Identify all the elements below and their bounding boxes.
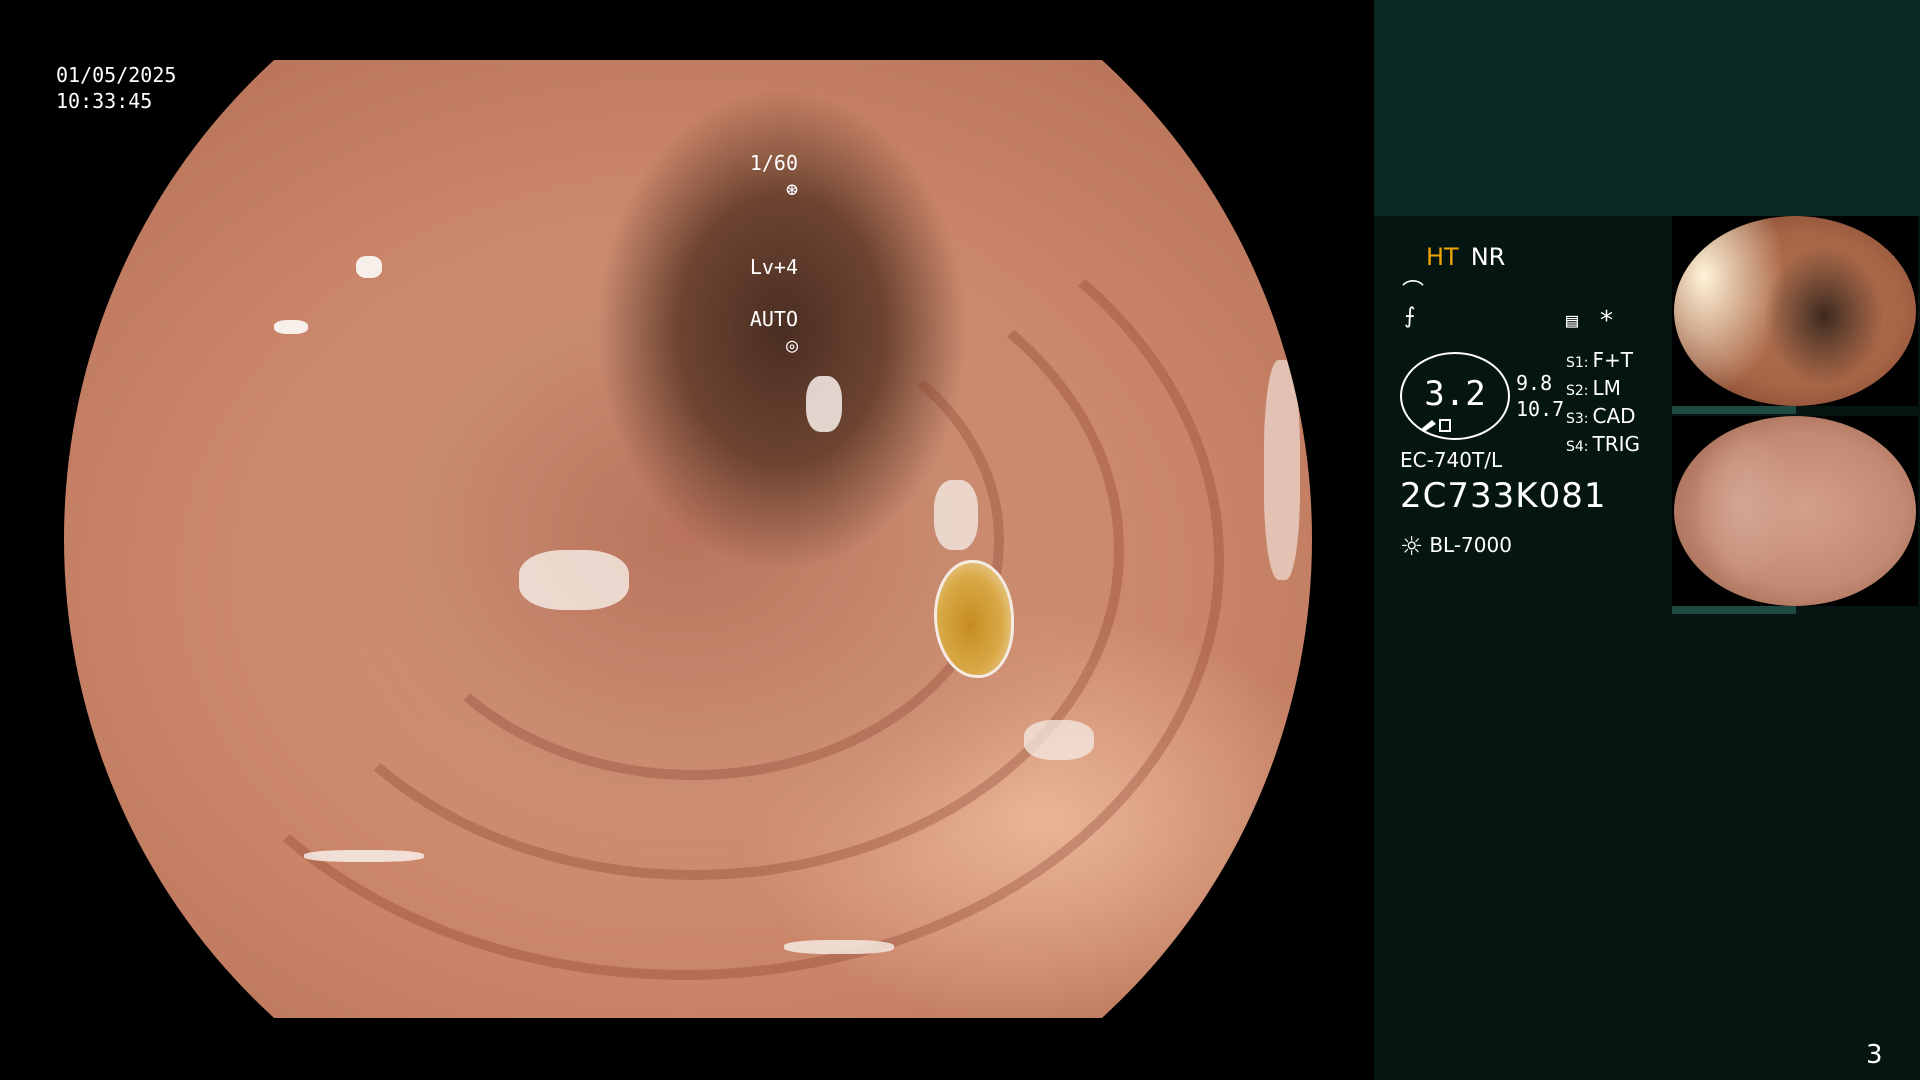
- thumbnail-image: [1674, 216, 1916, 406]
- light-source-icon: ☼: [1400, 532, 1424, 562]
- thumbnail-indicator: [1672, 406, 1796, 414]
- asterisk-icon: *: [1600, 306, 1613, 336]
- mucosal-fold: [384, 300, 1004, 780]
- aperture-icon: ⊛: [773, 177, 798, 201]
- image-mode-row: HT NR: [1426, 243, 1505, 271]
- zoom-gauge: 3.2: [1400, 352, 1510, 440]
- setting-value: LM: [1592, 376, 1621, 400]
- setting-key: S1:: [1566, 355, 1589, 371]
- date-time-display: 01/05/2025 10:33:45: [56, 62, 176, 114]
- thumbnail-image: [1674, 416, 1916, 606]
- setting-value: TRIG: [1592, 432, 1641, 456]
- gauge-side-values: 9.8 10.7: [1516, 370, 1564, 422]
- thumbnail-indicator: [1672, 606, 1796, 614]
- exposure-display: 1/60 ⊛ Lv+4 AUTO ◎: [750, 98, 798, 410]
- level-text: Lv+4: [749, 255, 798, 279]
- pencil-icon: [1420, 419, 1451, 432]
- captured-thumbnail[interactable]: [1672, 216, 1918, 406]
- endoscopy-image: [64, 60, 1312, 1018]
- setting-row: S2: LM: [1566, 376, 1640, 404]
- light-reflection: [806, 376, 842, 432]
- light-reflection: [1264, 360, 1300, 580]
- enhancement-glyph: ⌒: [1402, 280, 1425, 305]
- endoscope-view: 01/05/2025 10:33:45 1/60 ⊛ Lv+4 AUTO ◎: [0, 0, 1374, 1080]
- time-text: 10:33:45: [56, 89, 153, 113]
- setting-row: S1: F+T: [1566, 348, 1640, 376]
- setting-key: S3:: [1566, 411, 1589, 427]
- shutter-text: 1/60: [749, 151, 798, 175]
- shutter-row: 1/60 ⊛: [750, 150, 798, 202]
- light-source-row: ☼ BL-7000: [1400, 532, 1512, 562]
- light-reflection: [519, 550, 629, 610]
- light-reflection: [1024, 720, 1094, 760]
- page-number: 3: [1866, 1040, 1883, 1070]
- filter-glyph: ⨍: [1404, 304, 1416, 329]
- settings-list-icon: ▤: [1566, 308, 1579, 332]
- ht-mode-label: HT: [1426, 243, 1459, 271]
- side-value-2: 10.7: [1516, 397, 1565, 421]
- level-row: Lv+4 AUTO ◎: [750, 254, 798, 358]
- setting-key: S4:: [1566, 439, 1589, 455]
- light-source-text: BL-7000: [1429, 533, 1512, 557]
- scope-model: EC-740T/L: [1400, 448, 1503, 472]
- light-reflection: [784, 940, 894, 954]
- light-reflection: [274, 320, 308, 334]
- scope-serial: 2C733K081: [1400, 476, 1607, 516]
- setting-key: S2:: [1566, 383, 1589, 399]
- auto-text: AUTO: [749, 307, 798, 331]
- gauge-value: 3.2: [1424, 374, 1486, 414]
- setting-value: CAD: [1592, 404, 1636, 428]
- light-reflection: [356, 256, 382, 278]
- switch-settings: S1: F+T S2: LM S3: CAD S4: TRIG: [1566, 348, 1640, 460]
- date-text: 01/05/2025: [56, 63, 177, 87]
- target-icon: ◎: [785, 333, 798, 357]
- light-reflection: [934, 480, 978, 550]
- light-reflection: [304, 850, 424, 862]
- side-value-1: 9.8: [1516, 371, 1553, 395]
- setting-value: F+T: [1592, 348, 1633, 372]
- panel-header-area: [1374, 0, 1920, 216]
- setting-row: S4: TRIG: [1566, 432, 1640, 460]
- nr-mode-label: NR: [1470, 243, 1506, 271]
- captured-thumbnail[interactable]: [1672, 416, 1918, 606]
- setting-row: S3: CAD: [1566, 404, 1640, 432]
